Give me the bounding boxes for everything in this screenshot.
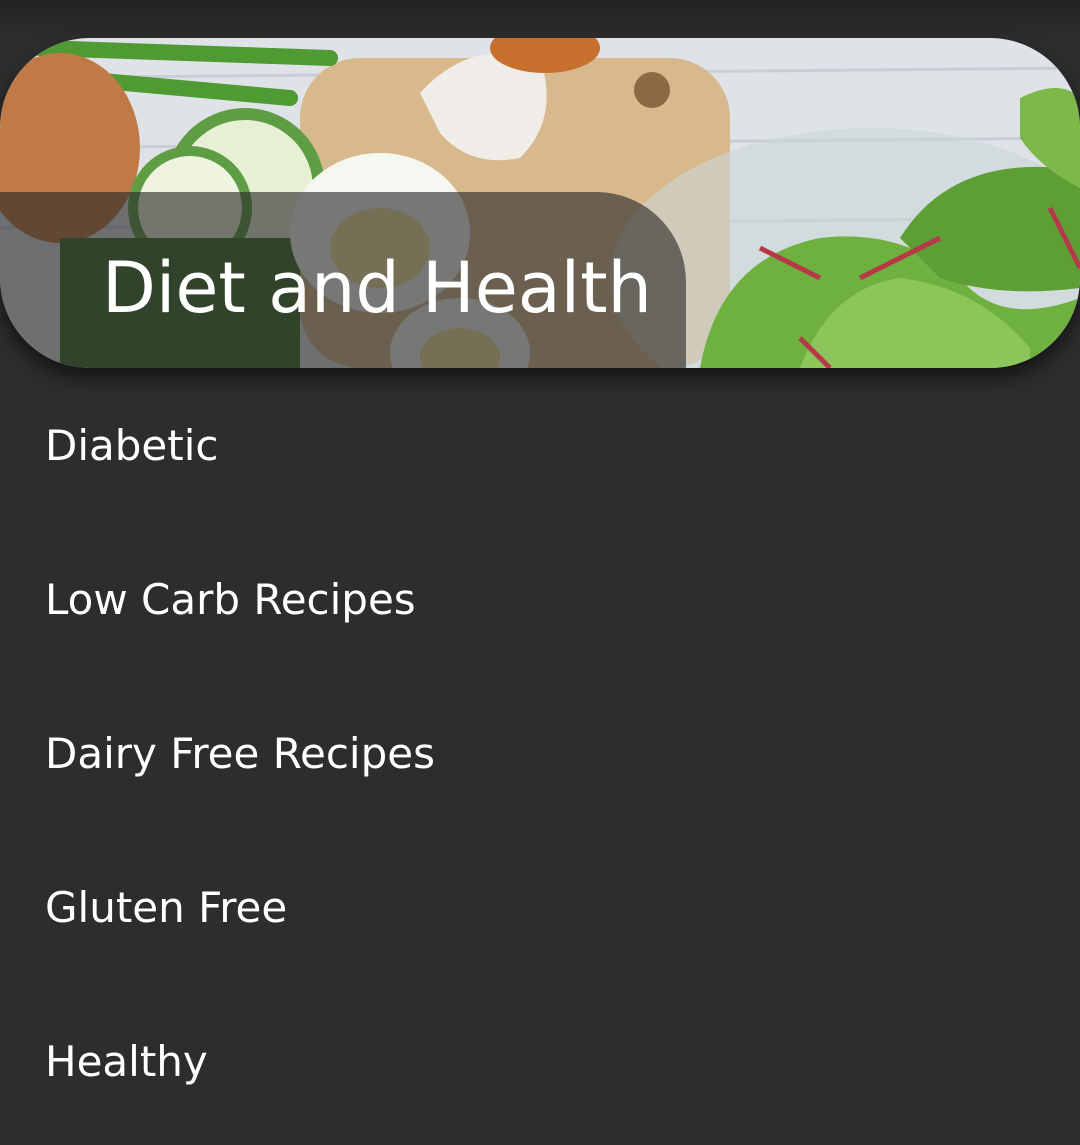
list-item-healthy[interactable]: Healthy	[0, 984, 1080, 1138]
list-item-label: Low Carb Recipes	[45, 575, 416, 624]
list-item-diabetic[interactable]: Diabetic	[0, 368, 1080, 522]
list-item-dairy-free[interactable]: Dairy Free Recipes	[0, 676, 1080, 830]
list-item-low-carb[interactable]: Low Carb Recipes	[0, 522, 1080, 676]
status-bar-shade	[0, 0, 1080, 40]
category-list: Diabetic Low Carb Recipes Dairy Free Rec…	[0, 368, 1080, 1138]
list-item-gluten-free[interactable]: Gluten Free	[0, 830, 1080, 984]
list-item-label: Dairy Free Recipes	[45, 729, 435, 778]
list-item-label: Diabetic	[45, 421, 219, 470]
list-item-label: Gluten Free	[45, 883, 288, 932]
category-header-card[interactable]: Diet and Health	[0, 38, 1080, 368]
page-title: Diet and Health	[102, 247, 652, 329]
list-item-label: Healthy	[45, 1037, 208, 1086]
